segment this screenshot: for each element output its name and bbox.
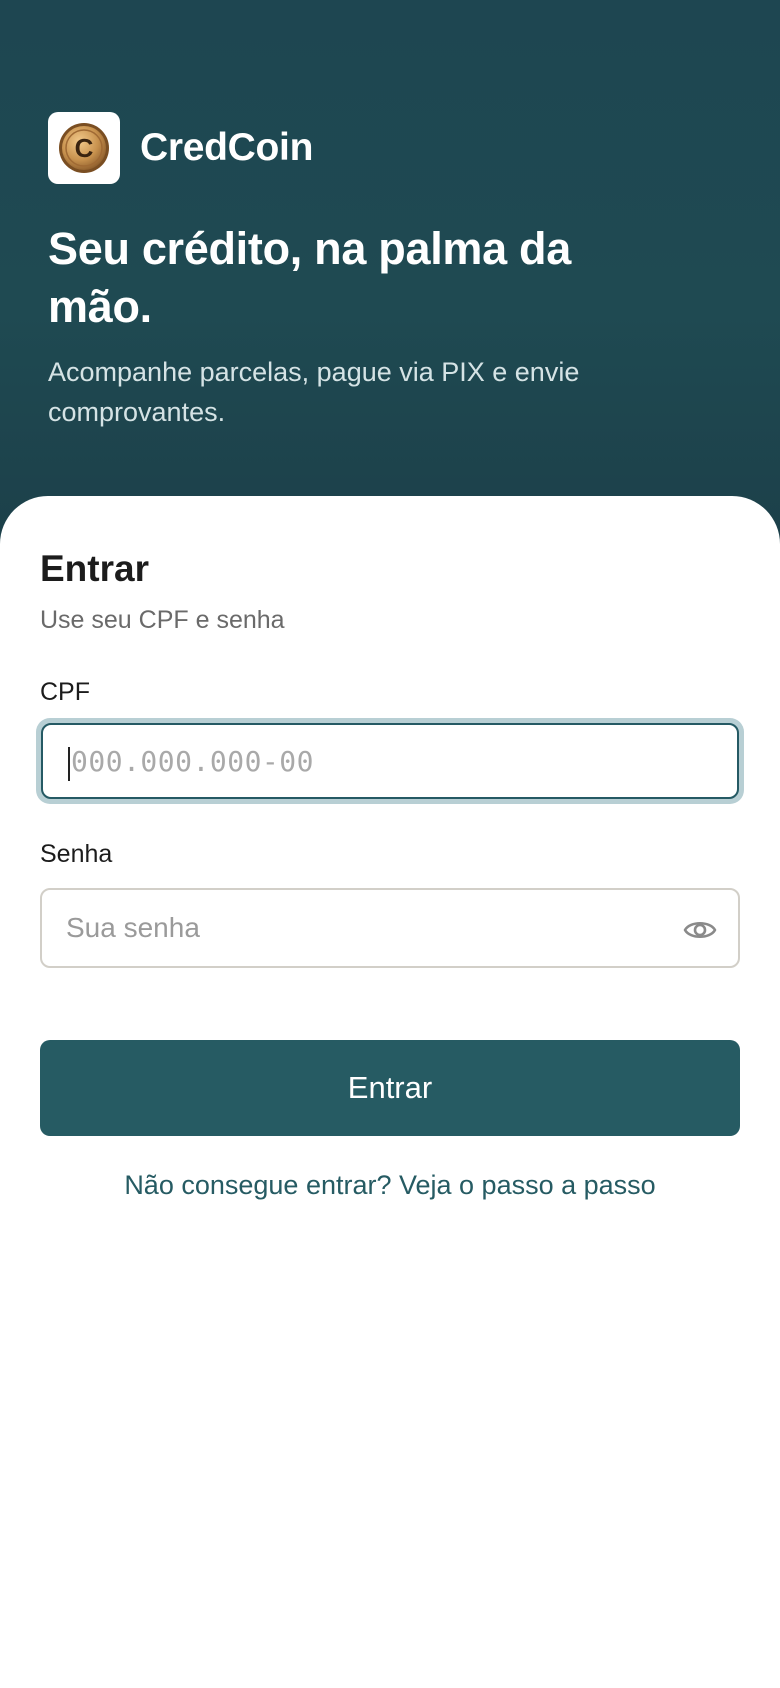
cpf-placeholder: 000.000.000-00 [71,745,315,778]
password-placeholder: Sua senha [66,912,200,943]
text-caret [68,747,70,781]
cpf-input[interactable]: 000.000.000-00 [41,723,739,799]
coin-c-icon: C [59,123,109,173]
password-label: Senha [40,840,113,868]
form-subtitle: Use seu CPF e senha [40,606,285,634]
logo: C [48,112,120,184]
hero-subtitle: Acompanhe parcelas, pague via PIX e envi… [48,357,580,427]
hero-headline: Seu crédito, na palma da mão. [48,223,571,332]
logo-letter: C [75,133,94,163]
password-input[interactable]: Sua senha [40,888,740,968]
cpf-focus-ring: 000.000.000-00 [36,718,744,804]
help-link[interactable]: Não consegue entrar? Veja o passo a pass… [0,1170,780,1201]
form-title: Entrar [40,548,149,589]
cpf-label: CPF [40,678,90,706]
brand-name: CredCoin [140,126,314,169]
hero-banner: C CredCoin Seu crédito, na palma da mão.… [0,0,780,560]
brand: C CredCoin [48,112,313,184]
eye-icon[interactable] [682,912,718,948]
login-button[interactable]: Entrar [40,1040,740,1136]
